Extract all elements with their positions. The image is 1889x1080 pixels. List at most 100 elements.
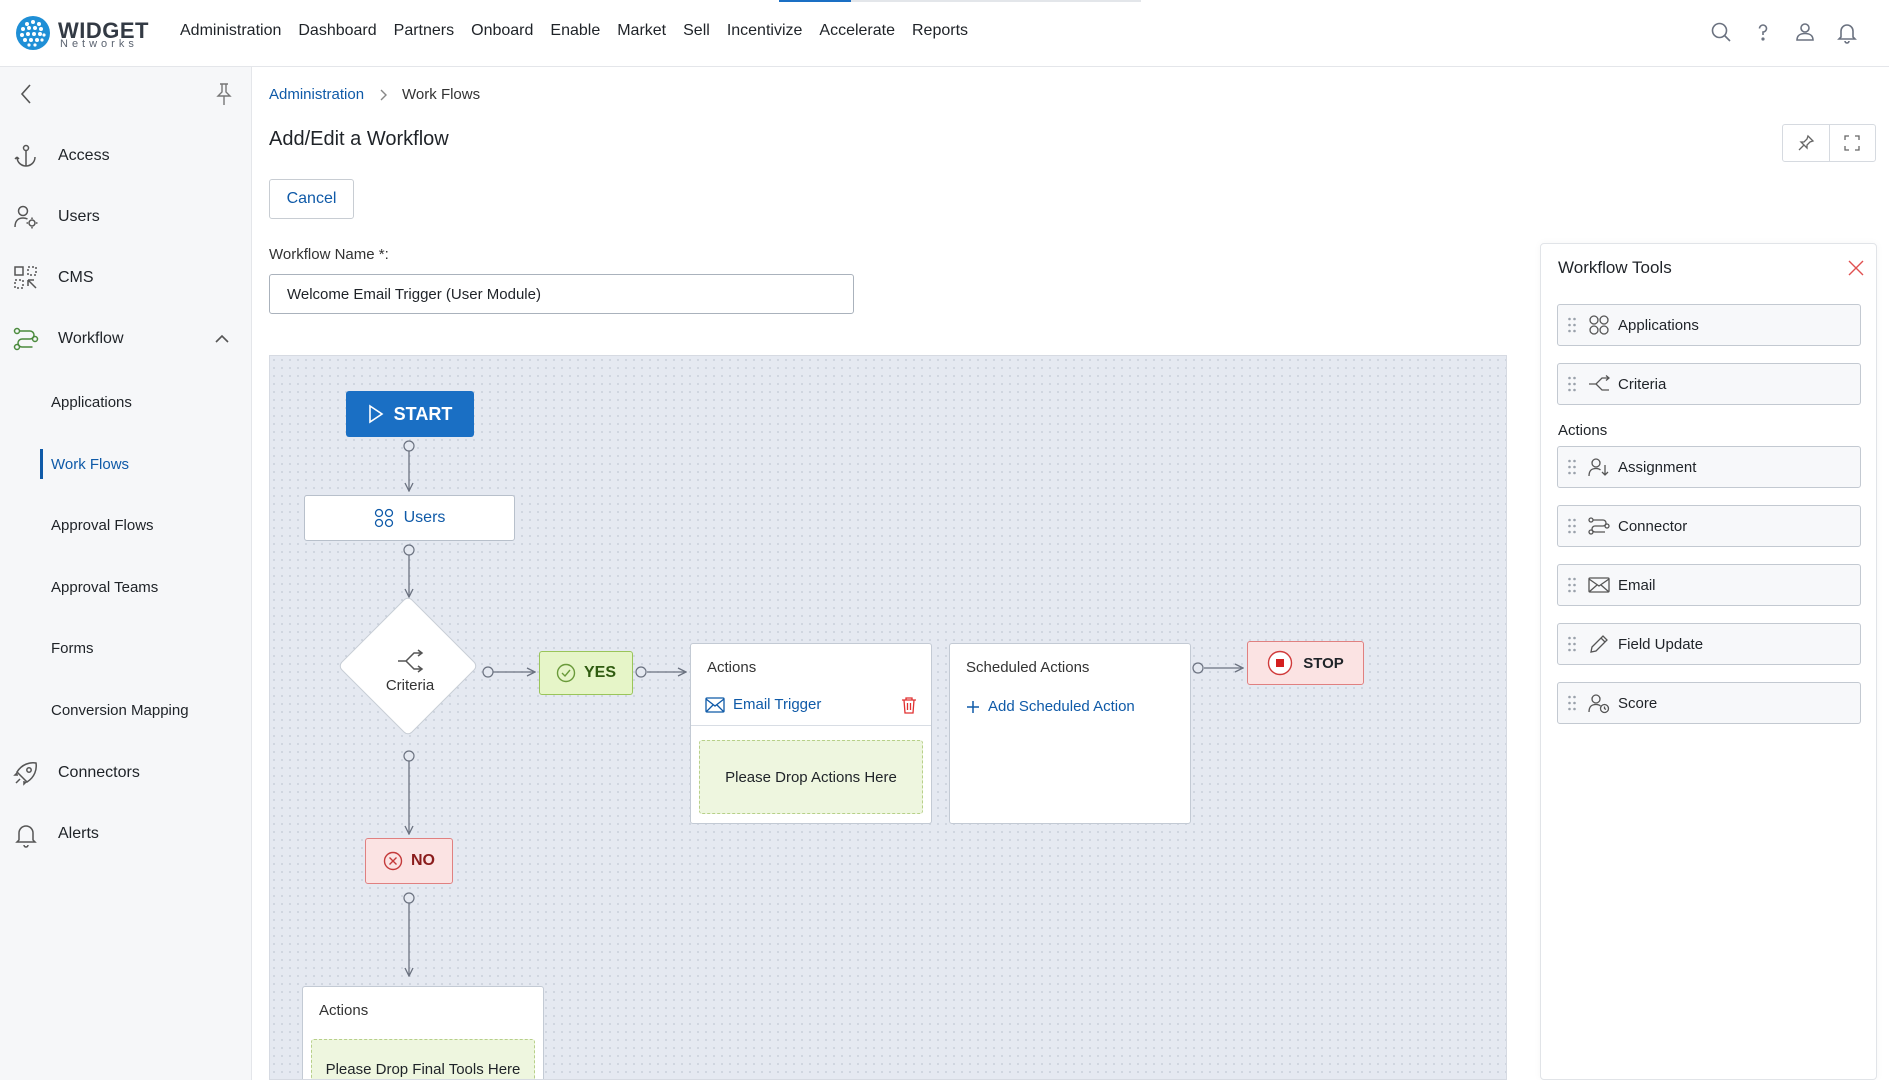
tools-actions-section-label: Actions bbox=[1558, 422, 1608, 439]
expand-icon bbox=[1844, 135, 1860, 151]
sidebar-sub-approval-flows[interactable]: Approval Flows bbox=[40, 510, 154, 540]
breadcrumb-parent[interactable]: Administration bbox=[269, 86, 364, 103]
tool-connector[interactable]: Connector bbox=[1557, 505, 1861, 547]
drag-handle-icon[interactable] bbox=[1567, 576, 1577, 594]
sidebar-item-label: Connectors bbox=[58, 764, 140, 781]
workflow-name-input[interactable] bbox=[269, 274, 854, 314]
no-node[interactable]: NO bbox=[365, 838, 453, 884]
x-circle-icon bbox=[383, 851, 403, 871]
tool-email[interactable]: Email bbox=[1557, 564, 1861, 606]
fullscreen-button[interactable] bbox=[1828, 125, 1876, 161]
bell-icon bbox=[15, 825, 37, 848]
sidebar-item-access[interactable]: Access bbox=[12, 138, 110, 174]
nav-dashboard[interactable]: Dashboard bbox=[298, 22, 376, 40]
cancel-button[interactable]: Cancel bbox=[269, 179, 354, 219]
stop-node[interactable]: STOP bbox=[1247, 641, 1364, 685]
no-label: NO bbox=[411, 852, 435, 869]
sidebar-sub-work-flows[interactable]: Work Flows bbox=[40, 449, 129, 479]
close-icon[interactable] bbox=[1846, 258, 1866, 278]
sidebar-item-label: CMS bbox=[58, 269, 94, 286]
sidebar-item-connectors[interactable]: Connectors bbox=[12, 755, 140, 791]
actions-card[interactable]: Actions Email Trigger Please Drop Action… bbox=[690, 643, 932, 824]
tool-score[interactable]: Score bbox=[1557, 682, 1861, 724]
nav-reports[interactable]: Reports bbox=[912, 22, 968, 40]
sidebar-item-alerts[interactable]: Alerts bbox=[12, 816, 99, 852]
page-title: Add/Edit a Workflow bbox=[269, 128, 449, 150]
tool-label: Field Update bbox=[1618, 635, 1704, 653]
final-actions-card[interactable]: Actions Please Drop Final Tools Here bbox=[302, 986, 544, 1079]
breadcrumb: Administration Work Flows bbox=[269, 86, 480, 103]
help-icon[interactable] bbox=[1751, 20, 1775, 44]
user-gear-icon bbox=[14, 205, 38, 229]
final-actions-title: Actions bbox=[319, 1002, 369, 1019]
logo-mark-icon bbox=[16, 16, 50, 50]
nav-sell[interactable]: Sell bbox=[683, 22, 710, 40]
tool-applications[interactable]: Applications bbox=[1557, 304, 1861, 346]
search-icon[interactable] bbox=[1709, 20, 1733, 44]
collapse-sidebar-icon[interactable] bbox=[14, 81, 40, 107]
assign-icon bbox=[1588, 458, 1609, 477]
nav-partners[interactable]: Partners bbox=[394, 22, 454, 40]
scheduled-actions-card[interactable]: Scheduled Actions Add Scheduled Action bbox=[949, 643, 1191, 824]
user-icon[interactable] bbox=[1793, 20, 1817, 44]
brand-logo[interactable]: WIDGET Networks bbox=[16, 16, 149, 52]
drag-handle-icon[interactable] bbox=[1567, 517, 1577, 535]
workflow-canvas[interactable]: START Users Criteria YES Actions Email T… bbox=[269, 355, 1507, 1080]
apps-icon bbox=[1589, 315, 1609, 335]
sidebar-sub-forms[interactable]: Forms bbox=[40, 633, 94, 663]
scheduled-actions-title: Scheduled Actions bbox=[966, 659, 1090, 676]
action-item-label: Email Trigger bbox=[733, 696, 822, 713]
rocket-icon bbox=[13, 762, 37, 786]
pin-icon[interactable] bbox=[211, 81, 237, 107]
stop-label: STOP bbox=[1303, 654, 1344, 672]
tool-assignment[interactable]: Assignment bbox=[1557, 446, 1861, 488]
drag-handle-icon[interactable] bbox=[1567, 694, 1577, 712]
actions-card-title: Actions bbox=[707, 659, 757, 676]
pin-button[interactable] bbox=[1783, 125, 1829, 161]
sidebar-item-label: Workflow bbox=[58, 330, 124, 347]
sidebar-item-label: Access bbox=[58, 147, 110, 164]
final-drop-zone[interactable]: Please Drop Final Tools Here bbox=[311, 1039, 535, 1079]
mail-icon bbox=[1588, 577, 1610, 593]
sidebar: Access Users CMS Workflow Applications W… bbox=[0, 67, 252, 1080]
pencil-icon bbox=[1590, 635, 1608, 653]
play-icon bbox=[368, 404, 384, 424]
bell-icon[interactable] bbox=[1835, 20, 1859, 44]
sidebar-sub-approval-teams[interactable]: Approval Teams bbox=[40, 572, 158, 602]
tool-field-update[interactable]: Field Update bbox=[1557, 623, 1861, 665]
drag-handle-icon[interactable] bbox=[1567, 375, 1577, 393]
drag-handle-icon[interactable] bbox=[1567, 635, 1577, 653]
tool-criteria[interactable]: Criteria bbox=[1557, 363, 1861, 405]
tool-label: Assignment bbox=[1618, 458, 1697, 476]
nav-enable[interactable]: Enable bbox=[550, 22, 600, 40]
trash-icon[interactable] bbox=[901, 696, 917, 714]
nav-administration[interactable]: Administration bbox=[180, 22, 281, 40]
sidebar-item-users[interactable]: Users bbox=[12, 199, 100, 235]
actions-drop-zone[interactable]: Please Drop Actions Here bbox=[699, 740, 923, 814]
drag-handle-icon[interactable] bbox=[1567, 316, 1577, 334]
tool-label: Email bbox=[1618, 576, 1656, 594]
sidebar-sub-applications[interactable]: Applications bbox=[40, 387, 132, 417]
header-actions bbox=[1782, 124, 1876, 162]
chevron-up-icon[interactable] bbox=[212, 329, 232, 349]
yes-node[interactable]: YES bbox=[539, 651, 633, 695]
nav-onboard[interactable]: Onboard bbox=[471, 22, 533, 40]
start-node[interactable]: START bbox=[346, 391, 474, 437]
drag-handle-icon[interactable] bbox=[1567, 458, 1577, 476]
nav-incentivize[interactable]: Incentivize bbox=[727, 22, 803, 40]
top-bar: WIDGET Networks Administration Dashboard… bbox=[0, 0, 1889, 67]
nav-accelerate[interactable]: Accelerate bbox=[819, 22, 895, 40]
sidebar-item-workflow[interactable]: Workflow bbox=[12, 321, 124, 357]
anchor-icon bbox=[14, 144, 36, 167]
sidebar-item-cms[interactable]: CMS bbox=[12, 260, 94, 296]
add-scheduled-action-button[interactable]: Add Scheduled Action bbox=[966, 698, 1135, 715]
plus-icon bbox=[967, 700, 979, 713]
workflow-name-label: Workflow Name *: bbox=[269, 246, 389, 263]
sidebar-item-label: Alerts bbox=[58, 825, 99, 842]
action-item-email-trigger[interactable]: Email Trigger bbox=[691, 684, 931, 726]
sidebar-sub-conversion-mapping[interactable]: Conversion Mapping bbox=[40, 695, 189, 725]
nav-market[interactable]: Market bbox=[617, 22, 666, 40]
tool-label: Connector bbox=[1618, 517, 1688, 535]
cms-icon bbox=[14, 266, 37, 289]
users-node[interactable]: Users bbox=[304, 495, 515, 541]
